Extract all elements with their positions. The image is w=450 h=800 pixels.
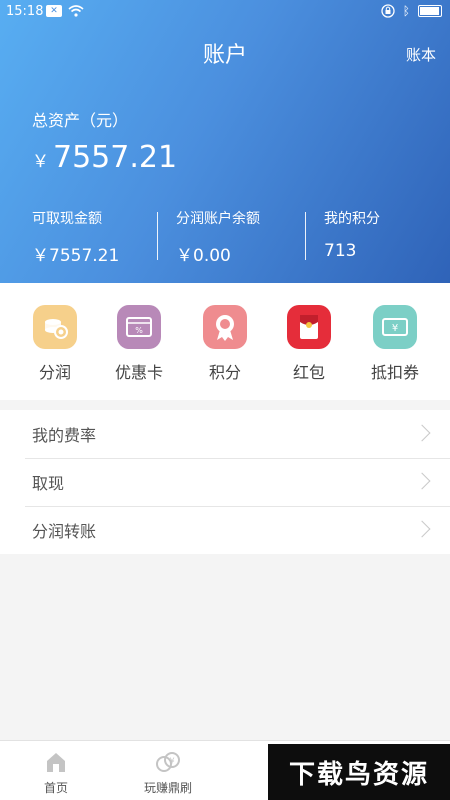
divider (305, 212, 306, 260)
home-icon (16, 749, 96, 775)
profit-share-balance[interactable]: 分润账户余额 ￥0.00 (176, 208, 260, 266)
battery-icon (418, 5, 442, 17)
coupon-card-icon: % (117, 305, 161, 349)
chevron-right-icon (413, 424, 431, 442)
menu-item-my-rates[interactable]: 我的费率 (0, 410, 450, 458)
tab-label: 首页 (43, 781, 68, 795)
quick-action-points[interactable]: 积分 (190, 305, 260, 383)
svg-text:¥: ¥ (169, 757, 174, 766)
quick-action-red-envelope[interactable]: 红包 (274, 305, 344, 383)
divider (157, 212, 158, 260)
notification-icon: ✕ (46, 5, 62, 17)
tab-earn[interactable]: ¥ 玩赚鼎刷 (128, 749, 208, 796)
withdrawable-value: ￥7557.21 (32, 246, 120, 266)
chevron-right-icon (413, 520, 431, 538)
coins-icon (33, 305, 77, 349)
menu-item-label: 取现 (32, 474, 65, 493)
total-assets-value: ￥ 7557.21 (32, 140, 177, 175)
wifi-icon (68, 5, 84, 17)
tab-label: 玩赚鼎刷 (143, 781, 192, 795)
coins-stack-icon: ¥ (128, 749, 208, 775)
profit-share-value: ￥0.00 (176, 246, 231, 266)
tab-home[interactable]: 首页 (16, 749, 96, 796)
points-value: 713 (324, 241, 357, 261)
quick-action-voucher[interactable]: ¥ 抵扣券 (360, 305, 430, 383)
lock-rotation-icon (381, 4, 395, 18)
quick-actions: 分润 % 优惠卡 积分 红包 ¥ 抵扣券 (0, 283, 450, 400)
menu-list: 我的费率 取现 分润转账 (0, 410, 450, 554)
withdrawable-amount[interactable]: 可取现金额 ￥7557.21 (32, 208, 120, 266)
points-label: 我的积分 (324, 211, 380, 227)
bluetooth-icon: ᛒ (402, 4, 410, 18)
chevron-right-icon (413, 472, 431, 490)
ledger-button[interactable]: 账本 (406, 44, 436, 65)
quick-action-profit-share[interactable]: 分润 (20, 305, 90, 383)
svg-text:%: % (135, 326, 143, 335)
menu-item-label: 我的费率 (32, 426, 97, 445)
withdrawable-label: 可取现金额 (32, 211, 102, 227)
profit-share-label: 分润账户余额 (176, 211, 260, 227)
status-time: 15:18 (6, 4, 44, 19)
medal-icon (203, 305, 247, 349)
account-header: 15:18 ✕ ᛒ 账户 账本 总资产（元） ￥ 7557.21 可取现金额 ￥… (0, 0, 450, 283)
quick-action-coupon-card[interactable]: % 优惠卡 (104, 305, 174, 383)
my-points[interactable]: 我的积分 713 (324, 208, 380, 263)
total-assets-amount: 7557.21 (53, 140, 178, 175)
menu-item-label: 分润转账 (32, 522, 97, 541)
red-envelope-icon (287, 305, 331, 349)
total-assets-label: 总资产（元） (32, 111, 129, 130)
menu-item-withdraw[interactable]: 取现 (0, 458, 450, 506)
page-title: 账户 (202, 43, 247, 68)
menu-item-profit-transfer[interactable]: 分润转账 (0, 506, 450, 554)
svg-text:¥: ¥ (392, 323, 398, 334)
yen-ticket-icon: ¥ (373, 305, 417, 349)
currency-symbol: ￥ (32, 152, 49, 172)
watermark-logo: 下载鸟资源 (268, 744, 450, 800)
status-bar: 15:18 ✕ ᛒ (0, 0, 450, 24)
